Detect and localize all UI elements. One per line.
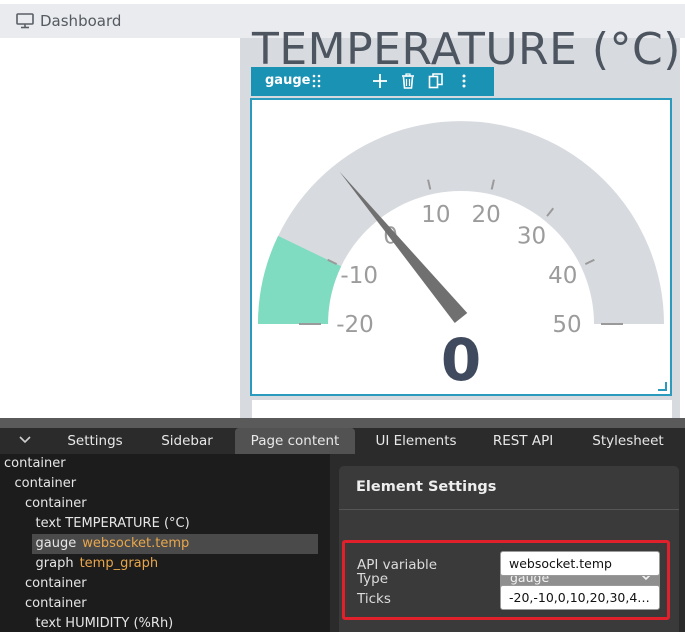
- gauge-tick-label: -10: [340, 263, 378, 289]
- element-settings-title: Element Settings: [356, 479, 497, 495]
- tree-item-label: container: [25, 596, 87, 611]
- tree-item-binding: websocket.temp: [82, 536, 190, 551]
- type-label: Type: [357, 571, 389, 587]
- tab-sidebar[interactable]: Sidebar: [147, 428, 227, 454]
- gauge-tick-label: 40: [548, 263, 577, 289]
- tab-rest-api[interactable]: REST API: [478, 428, 568, 454]
- gauge-element[interactable]: -20-10010203040500: [250, 98, 672, 396]
- ticks-input[interactable]: -20,-10,0,10,20,30,40,50: [500, 585, 660, 610]
- api-variable-label: API variable: [357, 557, 438, 573]
- tree-item-label: container: [4, 456, 66, 471]
- editor-panel: Settings Sidebar Page content UI Element…: [0, 418, 685, 632]
- gauge-tick-label: 30: [517, 224, 546, 250]
- tree-item[interactable]: text HUMIDITY (%Rh): [0, 614, 174, 632]
- tree-item[interactable]: container: [0, 574, 87, 594]
- tab-ui-elements[interactable]: UI Elements: [366, 428, 466, 454]
- tree-item[interactable]: graph temp_graph: [0, 554, 159, 574]
- chevron-down-icon[interactable]: [18, 432, 32, 446]
- gauge-chart: -20-10010203040500: [258, 121, 664, 394]
- sidebar-area: [0, 38, 240, 418]
- ticks-label: Ticks: [357, 591, 391, 607]
- tree-item-label: gauge: [35, 536, 77, 551]
- resize-handle[interactable]: [658, 382, 667, 391]
- element-name: gauge: [265, 73, 311, 88]
- page-tree: container container container text TEMPERAT…: [0, 454, 330, 632]
- divider: [339, 509, 679, 510]
- tree-item[interactable]: gauge websocket.temp: [32, 534, 318, 554]
- gauge-tick-label: -20: [336, 312, 374, 338]
- plus-icon[interactable]: [371, 72, 389, 90]
- tree-item-label: text TEMPERATURE (°C): [35, 516, 190, 531]
- tree-item-label: container: [25, 576, 87, 591]
- tab-settings[interactable]: Settings: [55, 428, 135, 454]
- next-element-placeholder: [252, 400, 672, 418]
- tree-item[interactable]: container: [0, 474, 77, 494]
- tree-item-label: container: [14, 476, 77, 491]
- api-variable-input[interactable]: websocket.temp: [500, 551, 660, 576]
- tree-item[interactable]: container: [0, 594, 87, 614]
- panel-resize-bar[interactable]: [0, 418, 685, 428]
- dashboard-label: Dashboard: [40, 12, 122, 30]
- tab-stylesheet[interactable]: Stylesheet: [580, 428, 676, 454]
- tree-item-label: container: [25, 496, 87, 511]
- gauge-element-toolbar[interactable]: gauge: [251, 67, 494, 96]
- tree-item-label: graph: [35, 556, 74, 571]
- trash-icon[interactable]: [399, 72, 417, 90]
- monitor-icon: [16, 13, 34, 29]
- stage-edge: [680, 38, 685, 418]
- tree-item[interactable]: text TEMPERATURE (°C): [0, 514, 190, 534]
- gauge-tick-label: 10: [421, 202, 450, 228]
- gauge-value: 0: [441, 326, 481, 394]
- dashboard-preview: Dashboard TEMPERATURE (°C) gauge -20 -10…: [0, 0, 685, 418]
- tree-item-binding: temp_graph: [79, 556, 159, 571]
- drag-handle-icon[interactable]: [308, 72, 326, 90]
- gauge-tick-label: 20: [472, 202, 501, 228]
- editor-tabbar: Settings Sidebar Page content UI Element…: [0, 428, 685, 454]
- tree-item[interactable]: container: [0, 454, 66, 474]
- tree-item[interactable]: container: [0, 494, 87, 514]
- more-vertical-icon[interactable]: [455, 72, 473, 90]
- tree-item-label: text HUMIDITY (%Rh): [35, 616, 174, 631]
- copy-icon[interactable]: [427, 72, 445, 90]
- gauge-tick-label: 50: [552, 312, 581, 338]
- tab-page-content[interactable]: Page content: [235, 428, 355, 454]
